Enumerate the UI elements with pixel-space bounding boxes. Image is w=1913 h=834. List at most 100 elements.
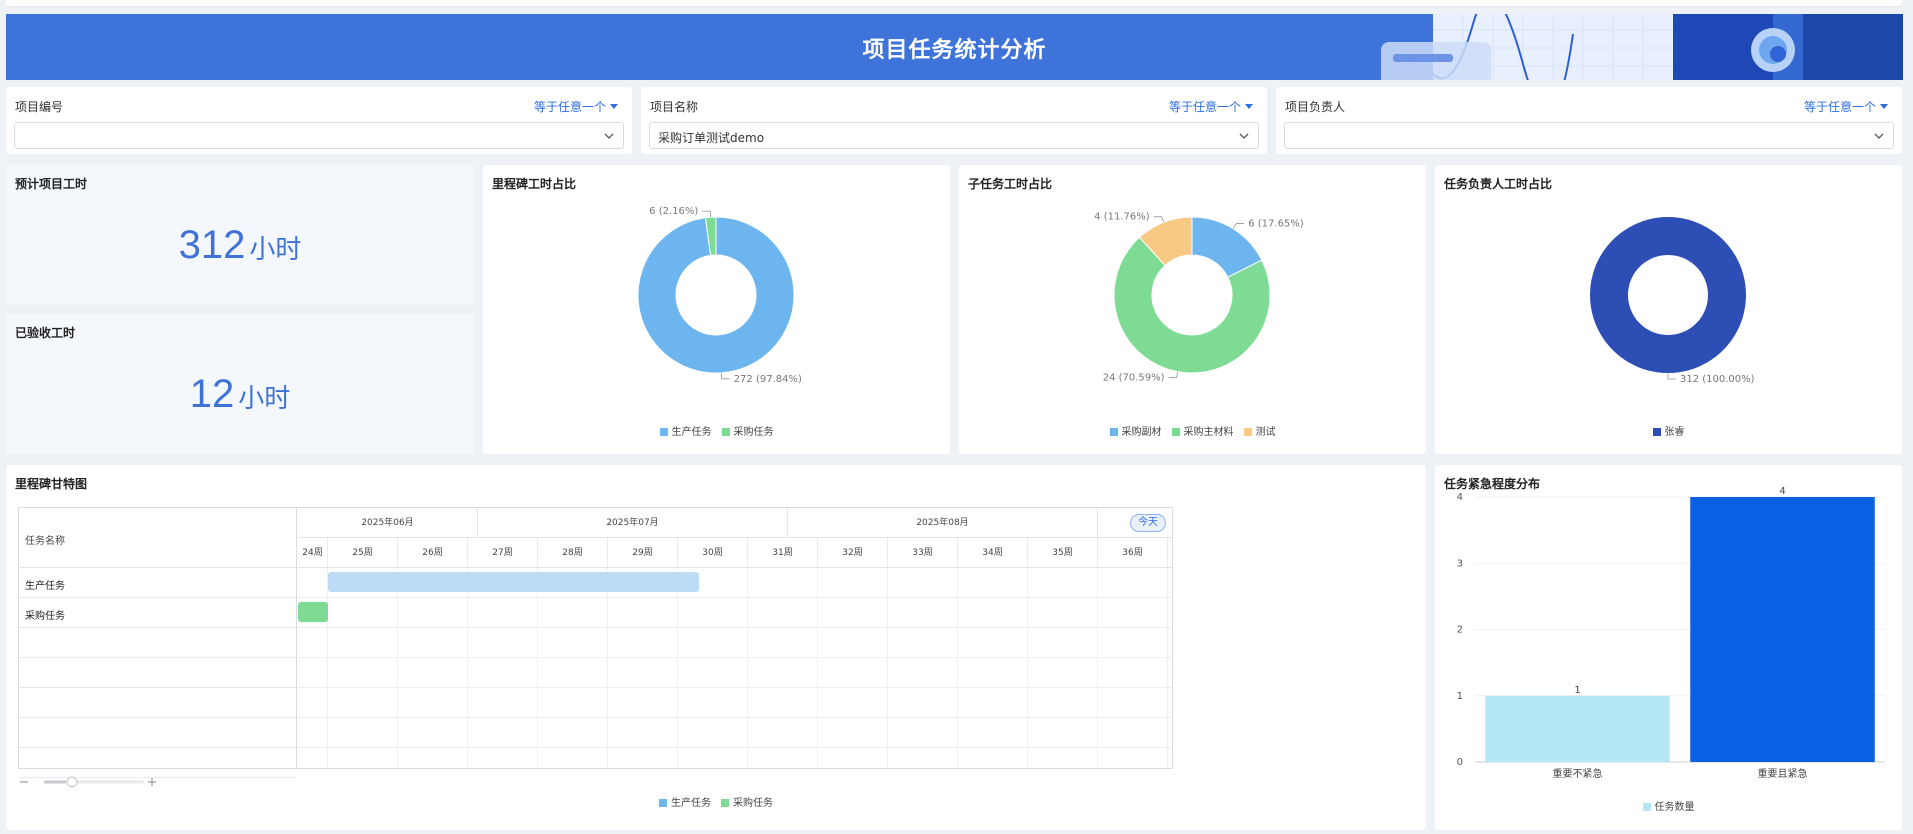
data-label: 6 (2.16%) [649,206,698,217]
owner-hours-donut-chart: 312 (100.00%) [1589,217,1755,385]
gantt-column-header: 任务名称 [19,508,296,568]
gantt-bar[interactable] [298,602,328,622]
gantt-week-cell: 24周 [298,538,328,568]
legend-swatch [659,428,668,436]
bar[interactable] [1485,695,1670,762]
chevron-down-icon [1874,133,1884,139]
gantt-grid-column [1098,568,1168,768]
label-leader-line [702,210,712,218]
gantt-task-row[interactable]: 采购任务 [19,598,296,628]
gantt-month-cell: 2025年07月 [478,508,788,538]
urgency-bar-chart: 0 1 2 3 4 1 重要不紧急 4 重要且紧急 [1457,486,1885,780]
gantt-task-column: 任务名称 生产任务采购任务 [19,508,297,778]
gantt-week-cell: 28周 [538,538,608,568]
filter-operator-dropdown[interactable]: 等于任意一个 [1804,98,1888,115]
gantt-grid-column [298,568,328,768]
kpi-value: 12 小时 [6,372,474,417]
filter-project-name: 项目名称 等于任意一个 采购订单测试demo [641,87,1267,154]
filter-label: 项目名称 [650,100,699,114]
gantt-row-line [298,747,1172,748]
filter-label: 项目负责人 [1285,100,1346,114]
gantt-grid-column [398,568,468,768]
gantt-week-row: 24周25周26周27周28周29周30周31周32周33周34周35周36周3… [298,538,1172,568]
project-code-select[interactable] [14,122,624,149]
legend-swatch [1642,803,1651,811]
gantt-grid-column [888,568,958,768]
gantt-task-row[interactable] [19,688,296,718]
legend-item[interactable]: 张睿 [1652,423,1685,438]
bar-data-label: 1 [1574,685,1580,696]
label-leader-line [1168,371,1179,378]
gantt-task-row[interactable] [19,658,296,688]
gantt-grid-column [538,568,608,768]
zoom-in-icon[interactable] [148,778,156,786]
gantt-task-row[interactable] [19,628,296,658]
gantt-task-name: 生产任务 [25,581,65,592]
gantt-week-cell: 32周 [818,538,888,568]
gantt-bar[interactable] [328,572,699,592]
gantt-week-cell: 33周 [888,538,958,568]
chevron-down-icon [604,133,614,139]
top-strip [6,0,1902,7]
legend-item[interactable]: 采购主材料 [1171,423,1234,438]
kpi-number: 312 [178,223,246,267]
owner-hours-card: 任务负责人工时占比 312 (100.00%) 张睿 [1435,165,1902,454]
kpi-accepted-hours: 已验收工时 12 小时 [6,314,474,454]
label-leader-line [1153,216,1165,223]
y-tick-label: 4 [1457,492,1463,503]
y-tick-label: 3 [1457,558,1463,569]
chart-legend: 任务数量 [1435,798,1902,813]
gantt-week-cell: 36周 [1098,538,1168,568]
legend-swatch [1171,428,1180,436]
data-label: 312 (100.00%) [1680,374,1755,385]
kpi-number: 12 [189,372,235,416]
filter-operator-dropdown[interactable]: 等于任意一个 [534,98,618,115]
gantt-grid-column [678,568,748,768]
bar[interactable] [1690,497,1875,762]
gantt-week-cell: 35周 [1028,538,1098,568]
kpi-title: 预计项目工时 [15,177,88,191]
gantt-timeline[interactable]: 2025年06月2025年07月2025年08月2025年09月 24周25周2… [298,508,1172,768]
legend-item[interactable]: 采购任务 [721,794,773,809]
legend-label: 采购任务 [733,798,773,809]
gantt-grid-column [818,568,888,768]
filter-operator-dropdown[interactable]: 等于任意一个 [1169,98,1253,115]
legend-swatch [659,799,667,807]
donut-slice[interactable] [1589,217,1746,373]
chevron-down-icon [1239,133,1249,139]
legend-item[interactable]: 采购副材 [1109,423,1162,438]
gantt-task-row[interactable] [19,748,296,778]
legend-item[interactable]: 任务数量 [1642,798,1695,813]
kpi-estimated-hours: 预计项目工时 312 小时 [6,165,474,305]
legend-item[interactable]: 测试 [1243,423,1276,438]
legend-label: 生产任务 [671,427,712,438]
gantt-task-row[interactable] [19,718,296,748]
gantt-row-line [298,627,1172,628]
gantt-row-line [298,717,1172,718]
gantt-week-cell: 29周 [608,538,678,568]
subtask-hours-donut-chart: 6 (17.65%) 24 (70.59%) 4 (11.76%) [1094,212,1304,384]
today-button[interactable]: 今天 [1130,514,1166,532]
gantt-week-cell: 31周 [748,538,818,568]
legend-item[interactable]: 生产任务 [659,423,712,438]
gantt-row-line [298,657,1172,658]
legend-label: 测试 [1255,427,1276,438]
gantt-month-row: 2025年06月2025年07月2025年08月2025年09月 [298,508,1172,538]
project-name-select[interactable]: 采购订单测试demo [649,122,1259,149]
legend-item[interactable]: 生产任务 [659,794,711,809]
gantt-grid-column [1168,568,1172,768]
dashboard: 项目任务统计分析 项目编号 等于任意一个 项目名称 等于任意一个 采购订单测试d… [0,0,1913,834]
gantt-grid-column [328,568,398,768]
gantt-month-cell: 2025年06月 [298,508,478,538]
label-leader-line [720,372,730,380]
kpi-unit: 小时 [238,384,291,414]
chart-legend: 生产任务 采购任务 [483,423,950,438]
urgency-card: 任务紧急程度分布 0 1 2 3 4 1 重要不紧急 4 重要且紧急 任务数量 [1435,465,1902,830]
gantt-row-line [298,597,1172,598]
gantt-task-row[interactable]: 生产任务 [19,568,296,598]
legend-item[interactable]: 采购任务 [721,423,774,438]
zoom-slider[interactable] [18,775,158,789]
project-owner-select[interactable] [1284,122,1894,149]
data-label: 6 (17.65%) [1248,219,1304,230]
legend-label: 任务数量 [1654,802,1695,813]
